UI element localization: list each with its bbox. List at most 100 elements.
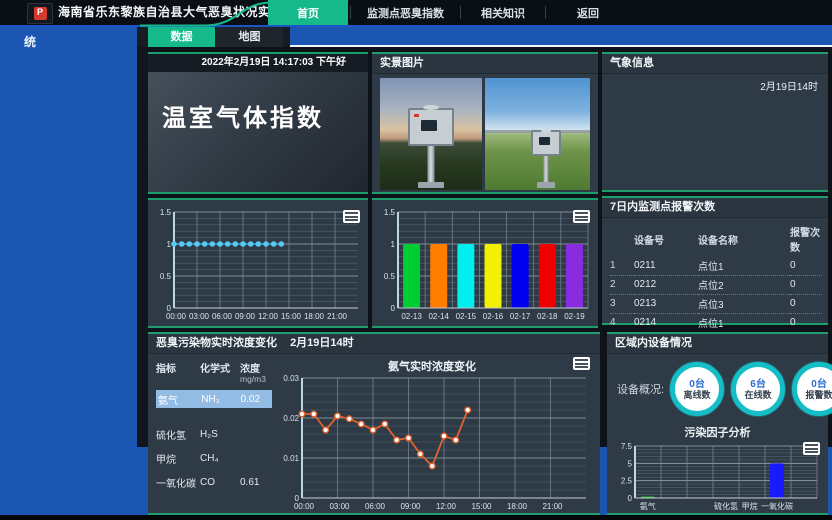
station-screen [539,137,550,145]
pollutant-name: 甲烷 [156,451,200,466]
current-datetime: 2022年2月19日 14:17:03 下午好 [148,54,368,72]
svg-text:氨气: 氨气 [640,501,656,511]
pollutant-formula: CO [200,477,240,488]
photo-strip [380,78,590,190]
svg-text:硫化氢: 硫化氢 [714,501,738,511]
svg-text:0.01: 0.01 [283,454,299,463]
live-photos-panel: 实景图片 [372,52,598,194]
svg-text:7.5: 7.5 [621,442,633,451]
pollution-factor-bar-chart: 02.557.5氨气硫化氢甲烷一氧化碳 [611,440,823,512]
device-count-label: 离线数 [684,390,711,400]
odor-row[interactable]: 一氧化碳CO0.61 [156,472,272,492]
pollutant-name: 硫化氢 [156,427,200,442]
odor-table-body: 氨气NH₃0.02 硫化氢H₂S 甲烷CH₄ 一氧化碳CO0.61 [156,390,272,492]
svg-text:03:00: 03:00 [329,502,350,511]
svg-text:00:00: 00:00 [166,312,187,321]
device-count-label: 报警数 [806,390,832,400]
col-concentration: 浓度 [240,360,272,375]
tab-1[interactable]: 数据 [148,27,215,47]
table-row: 20212点位20 [610,276,822,295]
svg-text:02-16: 02-16 [483,312,504,321]
col-indicator: 指标 [156,360,200,375]
nav-item-4[interactable]: 返回 [548,0,628,25]
chart-menu-icon[interactable] [573,210,590,223]
pollutant-formula: NH₃ [201,394,240,405]
chart-menu-icon[interactable] [343,210,360,223]
weather-header: 气象信息 [602,54,828,74]
svg-text:1: 1 [391,240,396,249]
alarm-table-header-row: 设备号 设备名称 报警次数 [610,222,822,257]
svg-text:2.5: 2.5 [621,477,633,486]
pollutant-name: 氨气 [158,392,201,407]
odor-row[interactable]: 硫化氢H₂S [156,424,272,444]
svg-text:02-18: 02-18 [537,312,558,321]
table-row: 40214点位10 [610,314,822,333]
nav-item-2[interactable]: 监测点恶臭指数 [353,0,458,25]
svg-text:1: 1 [167,240,172,249]
view-tabs: 数据地图 [148,27,284,47]
svg-text:0: 0 [628,494,633,503]
odor-table-header-row: 指标 化学式 浓度 [156,360,272,375]
nav-divider [350,6,351,19]
device-count: 0台 [811,379,827,390]
svg-text:03:00: 03:00 [189,312,210,321]
odor-row[interactable]: 氨气NH₃0.02 [156,390,272,408]
col-formula: 化学式 [200,360,240,375]
col-device-id: 设备号 [634,222,698,257]
weather-panel: 气象信息 2月19日14时 [602,52,828,192]
table-row: 10211点位10 [610,257,822,276]
pollution-analysis-title: 污染因子分析 [607,424,828,440]
device-status-circle: 0台报警数 [792,362,832,416]
devices-panel: 区域内设备情况 设备概况: 0台离线数6台在线数0台报警数 污染因子分析 02.… [607,332,828,515]
device-status-circle: 6台在线数 [731,362,785,416]
odor-panel-header: 恶臭污染物实时浓度变化 2月19日14时 [148,334,600,354]
station-indicator-light [414,114,419,117]
svg-text:02-17: 02-17 [510,312,531,321]
monitoring-station-pole [428,144,435,184]
device-count: 6台 [750,379,766,390]
odor-table: 指标 化学式 浓度 mg/m3 氨气NH₃0.02硫化氢H₂S甲烷CH₄一氧化碳… [156,360,272,496]
svg-text:1.5: 1.5 [160,208,172,217]
greenhouse-daily-chart-panel: 00.511.502-1302-1402-1502-1602-1702-1802… [372,198,598,328]
nav-divider [460,6,461,19]
svg-text:06:00: 06:00 [212,312,233,321]
nav-divider [545,6,546,19]
station-screen [421,120,437,131]
page-title: 温室气体指数 [162,98,368,133]
svg-text:18:00: 18:00 [304,312,325,321]
station-antenna-cap [423,105,439,110]
device-status-circle: 0台离线数 [670,362,724,416]
devices-header: 区域内设备情况 [607,334,828,354]
svg-text:02-13: 02-13 [401,312,422,321]
content-gutter [137,27,148,447]
svg-text:0.5: 0.5 [160,272,172,281]
station-antenna-cap [541,129,551,133]
svg-text:18:00: 18:00 [507,502,528,511]
pollutant-value: 0.02 [241,394,272,405]
chart-menu-icon[interactable] [573,357,590,370]
svg-text:15:00: 15:00 [471,502,492,511]
svg-text:21:00: 21:00 [542,502,563,511]
dashboard: 统 P 海南省乐东黎族自治县大气恶臭状况实时发布系 首页监测点恶臭指数相关知识返… [0,0,832,520]
svg-text:0.5: 0.5 [384,272,396,281]
odor-row[interactable]: 甲烷CH₄ [156,448,272,468]
svg-text:00:00: 00:00 [294,502,315,511]
site-logo: P [27,3,53,24]
live-photos-header: 实景图片 [372,54,598,74]
svg-text:0.03: 0.03 [283,374,299,383]
greenhouse-hourly-chart-panel: 00.511.500:0003:0006:0009:0012:0015:0018… [148,198,368,328]
svg-text:21:00: 21:00 [327,312,348,321]
svg-text:09:00: 09:00 [400,502,421,511]
chart-menu-icon[interactable] [803,442,820,455]
pollutant-value: 0.61 [240,477,272,488]
tab-2[interactable]: 地图 [216,27,283,47]
nav-item-3[interactable]: 相关知识 [463,0,543,25]
left-sidebar: 统 [0,25,137,520]
svg-text:甲烷: 甲烷 [742,501,758,511]
greeting-panel: 2022年2月19日 14:17:03 下午好 温室气体指数 [148,52,368,194]
svg-text:02-19: 02-19 [564,312,585,321]
device-count: 0台 [689,379,705,390]
odor-header-datetime: 2月19日14时 [290,337,354,349]
svg-text:1.5: 1.5 [384,208,396,217]
nav-item-1[interactable]: 首页 [268,0,348,25]
